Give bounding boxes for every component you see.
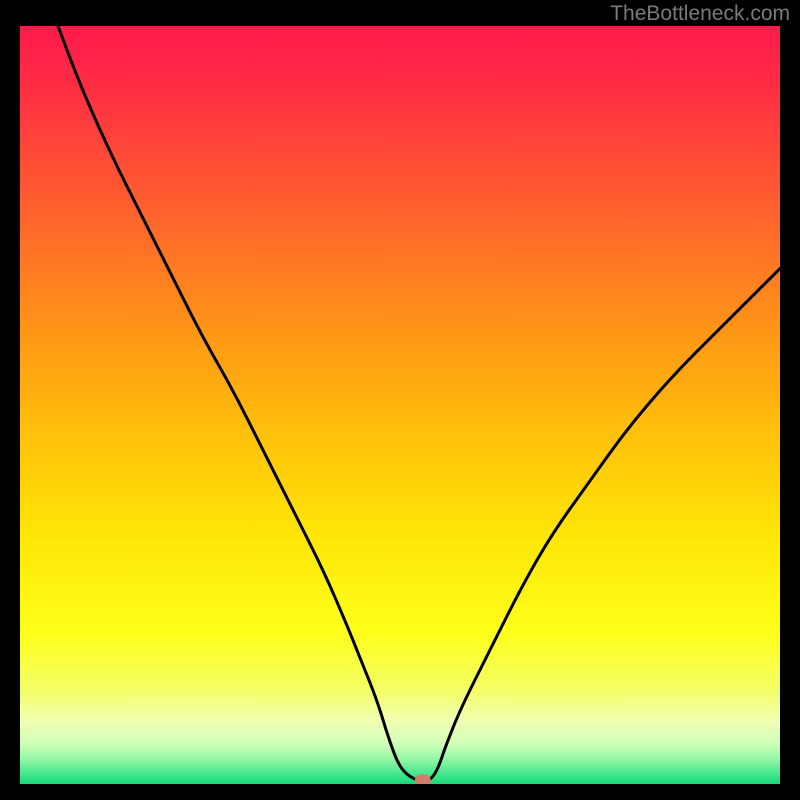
watermark-text: TheBottleneck.com [610, 2, 790, 26]
chart-frame: TheBottleneck.com [0, 0, 800, 800]
gradient-background [20, 26, 780, 784]
chart-svg [20, 26, 780, 784]
plot-area [20, 26, 780, 784]
